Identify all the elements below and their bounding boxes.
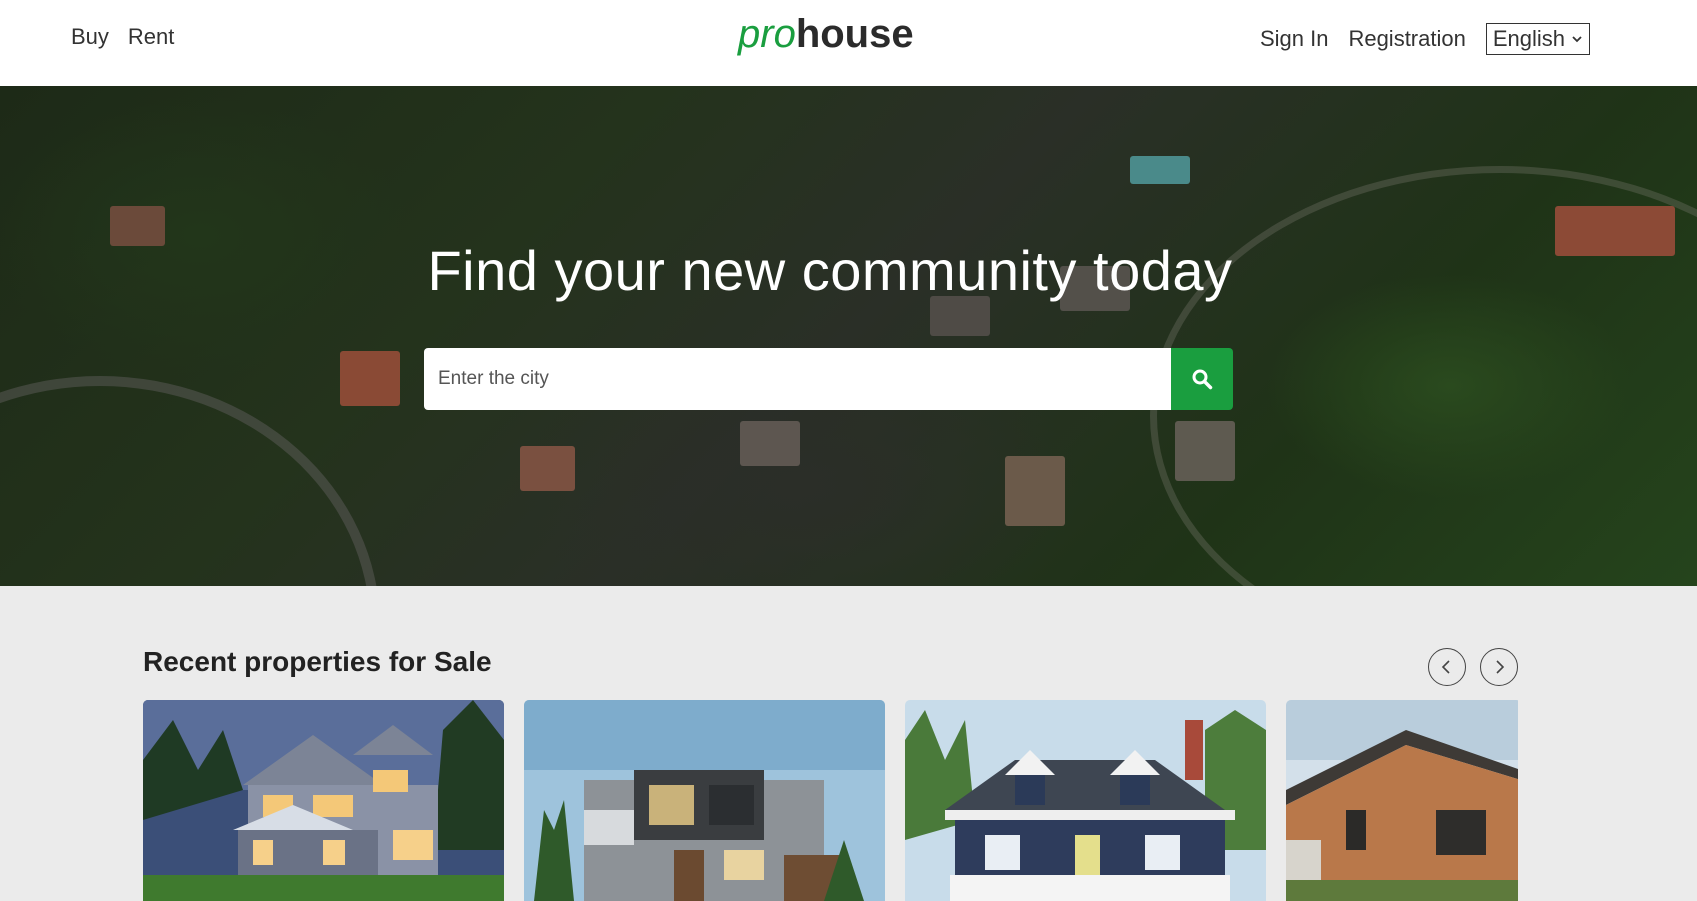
nav-rent-link[interactable]: Rent — [128, 24, 174, 50]
chevron-down-icon — [1572, 36, 1582, 43]
search-button[interactable] — [1171, 348, 1233, 410]
site-header: Buy Rent prohouse Sign In Registration E… — [0, 0, 1697, 86]
craftsman-house-photo — [143, 700, 504, 901]
wood-modern-house-photo — [1286, 700, 1518, 901]
primary-nav: Buy Rent — [71, 24, 174, 50]
property-card[interactable] — [1286, 700, 1518, 901]
site-logo[interactable]: prohouse — [738, 12, 914, 57]
aerial-background-image — [0, 86, 1697, 586]
registration-link[interactable]: Registration — [1348, 26, 1465, 52]
property-card[interactable] — [143, 700, 504, 901]
property-card[interactable] — [524, 700, 885, 901]
blue-cottage-photo — [905, 700, 1266, 901]
carousel-next-button[interactable] — [1480, 648, 1518, 686]
search-icon — [1192, 369, 1213, 390]
chevron-left-icon — [1441, 660, 1450, 674]
language-select[interactable]: English — [1485, 23, 1590, 55]
carousel-prev-button[interactable] — [1428, 648, 1466, 686]
logo-pro-text: pro — [738, 12, 796, 56]
city-search-input[interactable] — [438, 368, 1171, 390]
property-carousel — [143, 700, 1518, 901]
modern-house-photo — [524, 700, 885, 901]
property-card[interactable] — [905, 700, 1266, 901]
sign-in-link[interactable]: Sign In — [1260, 26, 1329, 52]
chevron-right-icon — [1496, 660, 1505, 674]
logo-house-text: house — [795, 12, 914, 56]
language-value: English — [1492, 26, 1565, 51]
account-nav: Sign In Registration English — [1260, 23, 1590, 55]
city-search-field[interactable] — [424, 348, 1171, 410]
hero-banner: Find your new community today — [0, 86, 1697, 586]
hero-title: Find your new community today — [427, 239, 1233, 302]
nav-buy-link[interactable]: Buy — [71, 24, 109, 50]
section-title: Recent properties for Sale — [143, 646, 492, 677]
